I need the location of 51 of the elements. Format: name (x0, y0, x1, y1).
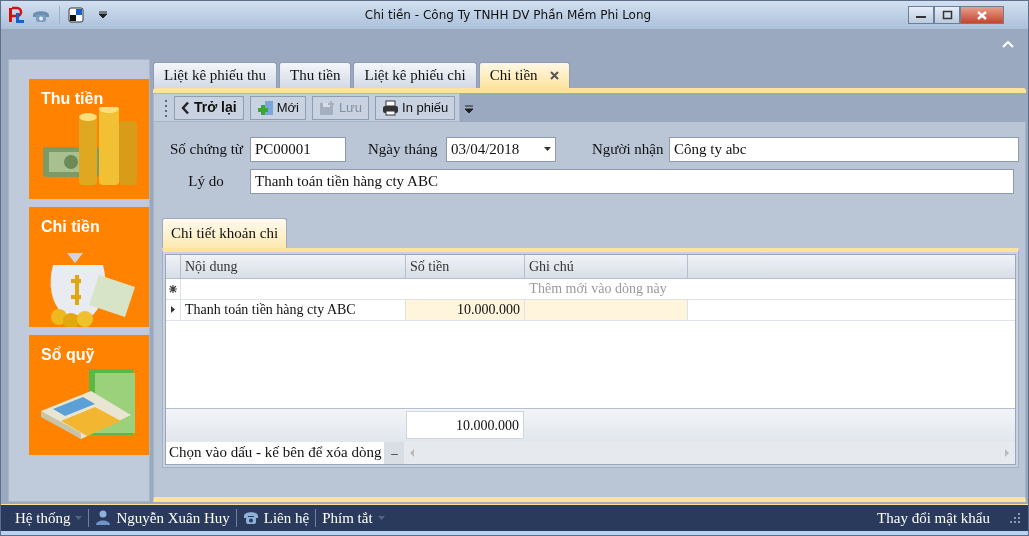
window-title: Chi tiền - Công Ty TNHH DV Phần Mềm Phi Long (363, 7, 653, 24)
phone-icon (242, 510, 259, 526)
tab[interactable]: Liệt kê phiếu chi (353, 62, 477, 88)
delete-row-button[interactable]: – (384, 441, 405, 464)
field-label: Người nhận (592, 139, 665, 159)
column-header[interactable]: Nội dung (181, 254, 406, 278)
dropdown-icon[interactable] (98, 10, 108, 20)
close-button[interactable] (960, 6, 1004, 24)
delete-hint: Chọn vào dấu - kế bên để xóa dòng (166, 441, 385, 464)
tab[interactable]: Thu tiền (279, 62, 352, 88)
status-item[interactable]: Liên hệ (236, 506, 316, 530)
user-icon (95, 510, 112, 526)
tab[interactable]: Liệt kê phiếu thu (153, 62, 278, 88)
input-field[interactable]: Công ty abc (669, 136, 1019, 162)
back-button[interactable]: Trở lại (174, 95, 244, 120)
logo-icon[interactable] (7, 6, 25, 24)
add-icon (256, 99, 273, 116)
close-icon[interactable] (549, 71, 559, 80)
field-label: Ngày tháng (368, 139, 439, 159)
new-button[interactable]: Mới (249, 95, 306, 120)
column-header[interactable]: Ghi chú (525, 254, 688, 278)
table-cell: 10.000.000 (406, 299, 525, 320)
printer-icon (382, 99, 399, 116)
print-button[interactable]: In phiếu (375, 95, 456, 120)
maximize-icon (941, 10, 953, 20)
status-item[interactable]: Nguyễn Xuân Huy (89, 506, 236, 530)
status-item[interactable]: Hệ thống (9, 506, 89, 530)
field-label: Lý do (187, 171, 225, 191)
field-label: Số chứng từ (170, 139, 245, 159)
grip-icon (164, 97, 168, 118)
resize-grip-icon[interactable] (1010, 512, 1020, 524)
tab[interactable]: Chi tiết khoản chi (162, 218, 288, 248)
back-icon (181, 100, 190, 115)
date-picker[interactable]: 03/04/2018 (446, 136, 556, 162)
overflow-icon[interactable] (464, 103, 475, 114)
save-icon (318, 99, 335, 116)
change-password-link[interactable]: Thay đổi mật khẩu (871, 506, 996, 530)
dropdown-icon (377, 516, 385, 520)
status-item[interactable]: Phím tắt (316, 506, 391, 530)
maximize-button[interactable] (934, 6, 960, 24)
minimize-button[interactable] (908, 6, 934, 24)
column-header[interactable]: Số tiền (406, 254, 525, 278)
close-icon (976, 9, 988, 21)
tab[interactable]: Chi tiền (478, 62, 570, 88)
input-field[interactable]: PC00001 (250, 136, 346, 162)
total-field: 10.000.000 (406, 411, 524, 439)
input-field[interactable]: Thanh toán tiền hàng cty ABC (250, 168, 1014, 194)
dropdown-icon[interactable] (544, 147, 551, 151)
app-icon[interactable] (68, 7, 84, 23)
new-row-icon (169, 284, 177, 293)
dropdown-icon (75, 516, 83, 520)
